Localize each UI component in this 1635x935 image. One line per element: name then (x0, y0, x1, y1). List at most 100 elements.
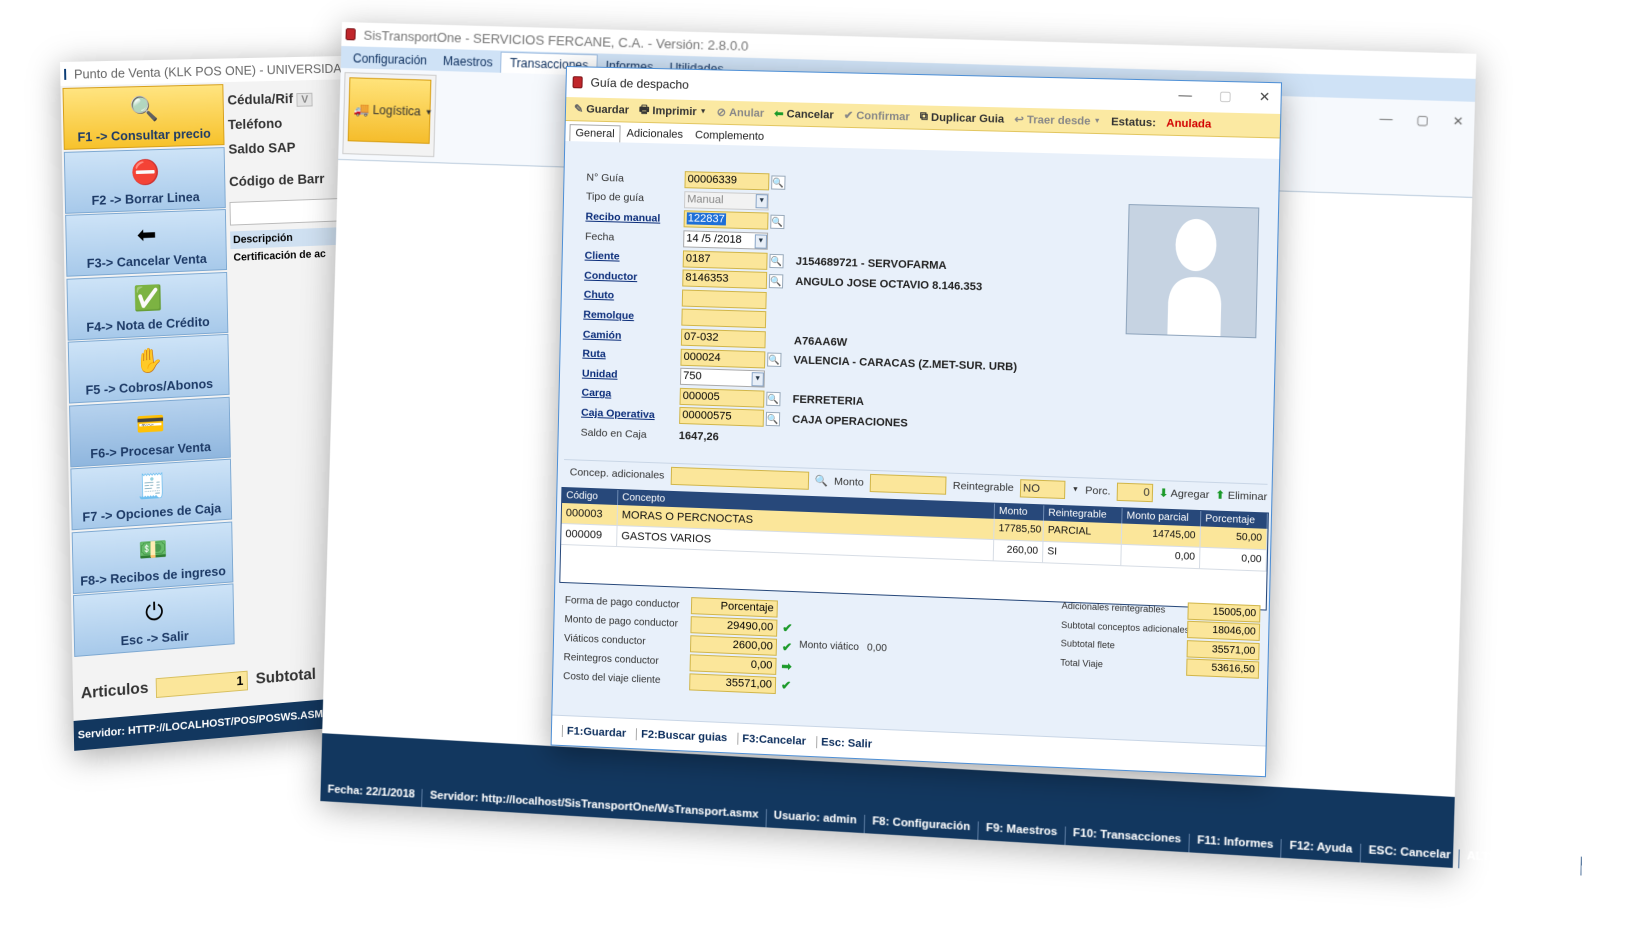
barcode-input[interactable] (229, 197, 353, 226)
check-icon[interactable]: ✔ (780, 639, 794, 655)
conductor-input[interactable]: 8146353 (682, 269, 768, 290)
monto-input[interactable] (869, 473, 947, 495)
carga-label[interactable]: Carga (569, 387, 679, 403)
fkey-cobros-abonos[interactable]: ✋ F5 -> Cobros/Abonos (67, 333, 230, 404)
chevron-down-icon[interactable]: ▼ (755, 194, 768, 209)
fkey-recibos-ingreso[interactable]: 💵 F8-> Recibos de ingreso (71, 521, 234, 594)
status-f8[interactable]: F8: Configuración (864, 814, 979, 840)
monto-pago-value[interactable]: 29490,00 (690, 616, 778, 637)
tab-adicionales[interactable]: Adicionales (620, 124, 689, 144)
fkey-label: Esc -> Salir (120, 628, 189, 649)
footer-esc-salir[interactable]: Esc: Salir (815, 735, 877, 751)
close-icon[interactable]: ✕ (1452, 114, 1463, 129)
chevron-down-icon[interactable]: ▼ (1072, 486, 1079, 493)
traer-desde-button[interactable]: ↩ Traer desde ▼ (1014, 113, 1101, 128)
chevron-down-icon[interactable]: ▼ (751, 371, 764, 387)
cedula-type-button[interactable]: V (296, 92, 314, 107)
search-icon[interactable]: 🔍 (815, 474, 829, 488)
logistica-button[interactable]: 🚚 Logística ▼ (347, 77, 433, 144)
col-monto[interactable]: Monto (994, 503, 1045, 521)
search-icon[interactable]: 🔍 (770, 214, 785, 230)
carga-input[interactable]: 000005 (679, 387, 765, 408)
saldo-sap-label: Saldo SAP (228, 139, 296, 157)
ruta-input[interactable]: 000024 (680, 348, 766, 369)
arrow-left-icon: ⬅ (136, 221, 157, 249)
close-icon[interactable]: ✕ (1259, 89, 1271, 106)
tipo-label: Tipo de guía (585, 190, 645, 205)
check-icon[interactable]: ✔ (779, 678, 793, 694)
remolque-input[interactable] (681, 309, 767, 329)
duplicar-guia-button[interactable]: ⧉ Duplicar Guia (920, 110, 1005, 125)
maximize-icon[interactable]: ▢ (1219, 88, 1232, 105)
porc-input[interactable]: 0 (1116, 482, 1154, 502)
minimize-icon[interactable]: — (1178, 87, 1192, 104)
search-icon[interactable]: 🔍 (767, 352, 782, 368)
chuto-input[interactable] (681, 289, 767, 309)
remolque-label[interactable]: Remolque (571, 308, 681, 323)
cliente-label[interactable]: Cliente (573, 249, 683, 264)
guardar-button[interactable]: ✎ Guardar (574, 102, 629, 116)
menu-maestros[interactable]: Maestros (435, 51, 501, 73)
cell-codigo: 000003 (561, 502, 619, 526)
cancelar-button[interactable]: ⬅ Cancelar (774, 107, 834, 122)
subtotal-conceptos-label: Subtotal conceptos adicionales (1061, 619, 1190, 635)
search-icon[interactable]: 🔍 (771, 175, 786, 190)
reintegrable-select[interactable]: NO (1019, 478, 1066, 499)
calendar-dropdown-icon[interactable]: ▼ (754, 233, 768, 249)
tab-complemento[interactable]: Complemento (689, 126, 771, 146)
status-f12[interactable]: F12: Ayuda (1281, 839, 1362, 863)
viaticos-value[interactable]: 2600,00 (689, 635, 778, 656)
fkey-procesar-venta[interactable]: 💳 F6-> Procesar Venta (69, 396, 231, 467)
footer-f2-buscar[interactable]: F2:Buscar guias (636, 727, 732, 744)
caja-input[interactable]: 00000575 (679, 407, 765, 428)
status-f11[interactable]: F11: Informes (1189, 833, 1283, 858)
agregar-button[interactable]: ⬇ Agregar (1159, 487, 1210, 501)
status-f9[interactable]: F9: Maestros (978, 821, 1066, 846)
arrow-up-icon: ⬆ (1215, 488, 1225, 502)
search-icon[interactable]: 🔍 (766, 392, 781, 407)
camion-input[interactable]: 07-032 (680, 328, 766, 349)
fkey-opciones-caja[interactable]: 🧾 F7 -> Opciones de Caja (70, 458, 233, 531)
recibo-input[interactable]: 122837 (683, 210, 769, 231)
status-esc[interactable]: ESC: Cancelar (1360, 843, 1460, 869)
caja-label[interactable]: Caja Operativa (569, 406, 679, 422)
confirmar-button[interactable]: ✔ Confirmar (844, 109, 910, 124)
conductor-label[interactable]: Conductor (572, 269, 682, 284)
reintegros-value[interactable]: 0,00 (689, 654, 777, 675)
fkey-borrar-linea[interactable]: ⛔ F2 -> Borrar Linea (63, 146, 226, 214)
imprimir-button[interactable]: 🖶 Imprimir ▼ (639, 101, 707, 122)
maximize-icon[interactable]: ▢ (1416, 113, 1429, 128)
check-icon[interactable]: ✔ (780, 620, 794, 636)
minimize-icon[interactable]: — (1379, 112, 1392, 127)
guia-label: N° Guía (586, 171, 625, 185)
fkey-salir[interactable]: ⏻ Esc -> Salir (72, 583, 235, 657)
arrow-right-icon[interactable]: ➡ (779, 659, 793, 674)
fkey-label: F1 -> Consultar precio (77, 125, 211, 145)
menu-configuracion[interactable]: Configuración (345, 48, 436, 71)
footer-f1-guardar[interactable]: F1:Guardar (561, 724, 631, 740)
viaje-totals: Adicionales reintegrables 15005,00 Subto… (1060, 596, 1265, 680)
search-icon[interactable]: 🔍 (768, 273, 784, 289)
fkey-nota-credito[interactable]: ✅ F4-> Nota de Crédito (66, 271, 229, 341)
check-icon: ✔ (843, 109, 854, 122)
fkey-consultar-precio[interactable]: 🔍 F1 -> Consultar precio (62, 84, 225, 150)
tab-general[interactable]: General (569, 124, 621, 143)
anular-button[interactable]: ⊘ Anular (717, 106, 765, 120)
recibo-label[interactable]: Recibo manual (573, 210, 683, 225)
footer-f3-cancelar[interactable]: F3:Cancelar (737, 732, 811, 748)
fkey-cancelar-venta[interactable]: ⬅ F3-> Cancelar Venta (65, 209, 228, 277)
chuto-label[interactable]: Chuto (572, 289, 682, 304)
eliminar-button[interactable]: ⬆ Eliminar (1215, 489, 1267, 503)
chevron-down-icon: ▼ (699, 108, 707, 116)
concep-input[interactable] (670, 466, 809, 490)
status-f10[interactable]: F10: Transacciones (1065, 826, 1190, 853)
ruta-label[interactable]: Ruta (570, 347, 680, 363)
costo-value[interactable]: 35571,00 (689, 673, 777, 695)
status-altf4[interactable]: ALT + F4: Finalizar (1458, 849, 1583, 876)
camion-label[interactable]: Camión (571, 328, 681, 343)
search-icon[interactable]: 🔍 (765, 411, 781, 427)
unidad-label[interactable]: Unidad (570, 367, 680, 383)
search-icon[interactable]: 🔍 (769, 254, 784, 269)
cliente-input[interactable]: 0187 (682, 250, 768, 270)
guia-input[interactable]: 00006339 (684, 171, 770, 191)
